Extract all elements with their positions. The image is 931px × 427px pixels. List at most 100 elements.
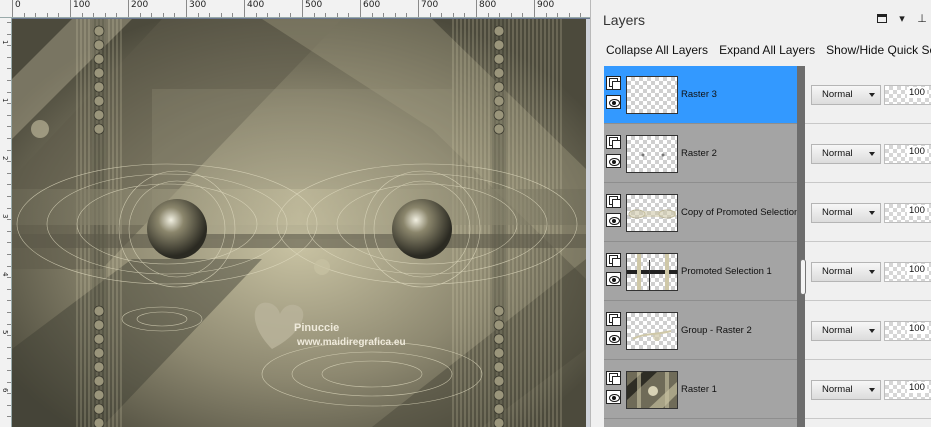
show-hide-quick-search-button[interactable]: Show/Hide Quick Search	[826, 43, 931, 57]
dropdown-arrow-icon[interactable]: ▾	[896, 11, 908, 25]
vertical-ruler: 1 1 2 3 4 5 6	[0, 18, 12, 427]
visibility-eye-icon[interactable]	[606, 272, 621, 286]
window-icon[interactable]	[876, 11, 888, 25]
layer-row[interactable]: Raster 1 Normal 100	[604, 361, 931, 420]
panel-tools: ▾ ⊥ ✕	[876, 11, 931, 25]
ruler-minor-tick	[7, 231, 11, 232]
layer-type-icon[interactable]	[606, 371, 621, 385]
panel-splitter[interactable]	[797, 66, 805, 427]
layer-tree-cell[interactable]: Raster 1	[604, 361, 797, 419]
expand-all-layers-button[interactable]: Expand All Layers	[719, 43, 815, 57]
ruler-minor-tick	[7, 115, 11, 116]
ruler-minor-tick	[511, 13, 512, 17]
ruler-minor-tick	[569, 13, 570, 17]
layer-type-icon[interactable]	[606, 253, 621, 267]
blend-mode-dropdown[interactable]: Normal	[811, 144, 881, 164]
layer-tree-cell[interactable]: Group - Raster 2	[604, 302, 797, 360]
layer-row[interactable]: Raster 2 Normal 100	[604, 125, 931, 184]
ruler-minor-tick	[348, 13, 349, 17]
opacity-field[interactable]: 100	[884, 262, 931, 282]
ruler-minor-tick	[7, 324, 11, 325]
ruler-minor-tick	[82, 13, 83, 17]
layer-row[interactable]: Raster 3 Normal 100	[604, 66, 931, 125]
visibility-eye-icon[interactable]	[606, 154, 621, 168]
opacity-value: 100	[907, 264, 927, 275]
ruler-minor-tick	[430, 13, 431, 17]
opacity-field[interactable]: 100	[884, 380, 931, 400]
layer-name: Raster 1	[681, 384, 717, 395]
ruler-minor-tick	[174, 13, 175, 17]
layer-toggles	[606, 253, 626, 291]
ruler-minor-tick	[418, 13, 419, 17]
layer-tree-cell[interactable]: Raster 3	[604, 66, 797, 124]
ruler-tick-label: 4	[1, 272, 9, 277]
layer-toggles	[606, 371, 626, 409]
pin-icon[interactable]: ⊥	[916, 11, 928, 25]
ruler-minor-tick	[7, 335, 11, 336]
ruler-minor-tick	[151, 13, 152, 17]
ruler-minor-tick	[7, 242, 11, 243]
ruler-minor-tick	[12, 13, 13, 17]
ruler-minor-tick	[7, 161, 11, 162]
opacity-field[interactable]: 100	[884, 321, 931, 341]
ruler-minor-tick	[7, 68, 11, 69]
ruler-minor-tick	[7, 57, 11, 58]
ruler-minor-tick	[24, 13, 25, 17]
layer-tree-cell[interactable]: Raster 2	[604, 125, 797, 183]
layer-row[interactable]: Group - Raster 2 Normal 100	[604, 302, 931, 361]
visibility-eye-icon[interactable]	[606, 95, 621, 109]
layer-tree-cell[interactable]: Promoted Selection 1	[604, 243, 797, 301]
layer-name: Copy of Promoted Selection 1	[681, 207, 808, 218]
opacity-field[interactable]: 100	[884, 144, 931, 164]
ruler-tick-label: 800	[476, 0, 496, 17]
chevron-down-icon	[869, 152, 875, 156]
ruler-tick-label: 500	[302, 0, 322, 17]
blend-mode-dropdown[interactable]: Normal	[811, 380, 881, 400]
visibility-eye-icon[interactable]	[606, 390, 621, 404]
blend-mode-dropdown[interactable]: Normal	[811, 85, 881, 105]
layer-toggles	[606, 312, 626, 350]
layer-thumbnail	[626, 371, 678, 409]
layer-thumbnail	[626, 76, 678, 114]
chevron-down-icon	[869, 93, 875, 97]
layer-type-icon[interactable]	[606, 135, 621, 149]
artwork-canvas[interactable]: Pinuccie www.maidiregrafica.eu	[12, 19, 586, 427]
splitter-grip[interactable]	[800, 259, 806, 295]
ruler-minor-tick	[499, 13, 500, 17]
blend-mode-value: Normal	[822, 266, 853, 277]
layer-toggles	[606, 194, 626, 232]
blend-mode-dropdown[interactable]: Normal	[811, 321, 881, 341]
canvas-area[interactable]: 0 100 200 300 400 500 600 700 800 900 1 1 2 3 4 5 6	[0, 0, 590, 427]
ruler-minor-tick	[534, 13, 535, 17]
ruler-minor-tick	[209, 13, 210, 17]
visibility-eye-icon[interactable]	[606, 331, 621, 345]
ruler-minor-tick	[198, 13, 199, 17]
ruler-minor-tick	[7, 382, 11, 383]
ruler-minor-tick	[7, 126, 11, 127]
layer-tree-cell[interactable]: Copy of Promoted Selection 1	[604, 184, 807, 242]
opacity-field[interactable]: 100	[884, 85, 931, 105]
ruler-minor-tick	[140, 13, 141, 17]
blend-mode-dropdown[interactable]: Normal	[811, 203, 881, 223]
ruler-minor-tick	[35, 13, 36, 17]
layer-row[interactable]: Copy of Promoted Selection 1 Normal 100	[604, 184, 931, 243]
blend-mode-dropdown[interactable]: Normal	[811, 262, 881, 282]
layer-type-icon[interactable]	[606, 194, 621, 208]
opacity-field[interactable]: 100	[884, 203, 931, 223]
ruler-minor-tick	[441, 13, 442, 17]
chevron-down-icon	[869, 329, 875, 333]
ruler-minor-tick	[7, 103, 11, 104]
ruler-minor-tick	[7, 416, 11, 417]
visibility-eye-icon[interactable]	[606, 213, 621, 227]
collapse-all-layers-button[interactable]: Collapse All Layers	[606, 43, 708, 57]
layer-toggles	[606, 135, 626, 173]
ruler-minor-tick	[70, 13, 71, 17]
blend-mode-value: Normal	[822, 325, 853, 336]
layer-type-icon[interactable]	[606, 312, 621, 326]
layer-thumbnail	[626, 194, 678, 232]
ruler-minor-tick	[476, 13, 477, 17]
layer-type-icon[interactable]	[606, 76, 621, 90]
layer-properties: Normal 100	[805, 66, 931, 124]
ruler-minor-tick	[163, 13, 164, 17]
layer-row[interactable]: Promoted Selection 1 Normal 100	[604, 243, 931, 302]
